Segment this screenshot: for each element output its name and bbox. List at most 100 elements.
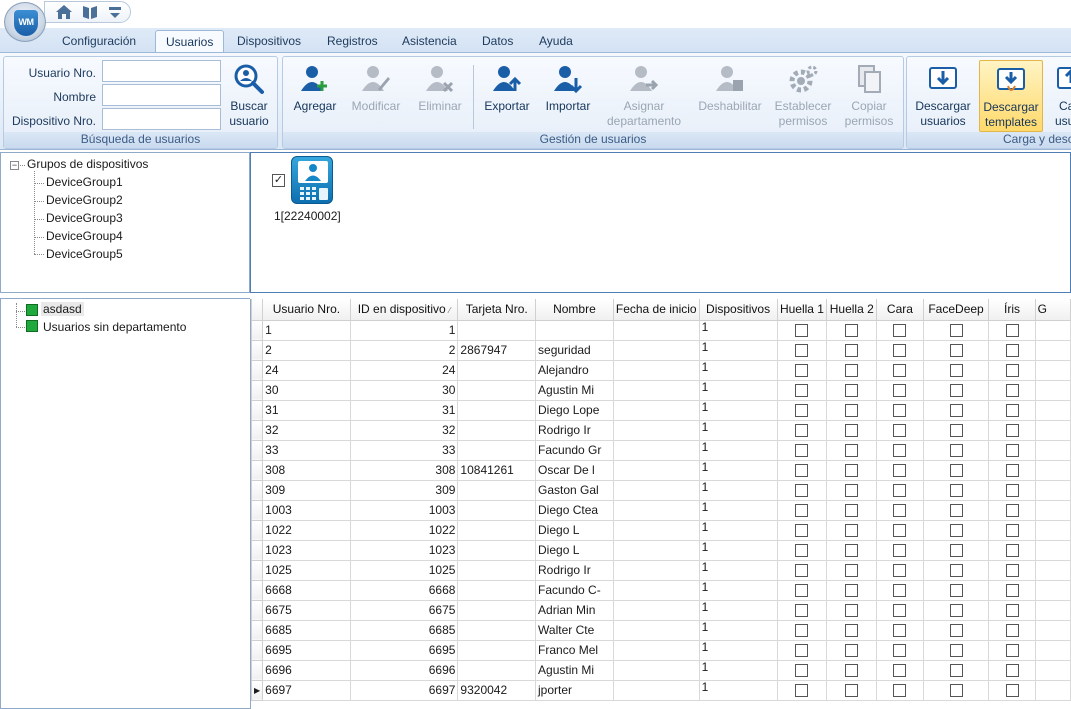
cell-fecha-inicio[interactable] — [612, 319, 700, 341]
cell-tarjeta-nro[interactable] — [457, 579, 537, 601]
cell-id-dispositivo[interactable]: 6685 — [349, 619, 459, 641]
cell-id-dispositivo[interactable]: 6697 — [349, 679, 459, 701]
huella-2-checkbox[interactable] — [845, 424, 859, 438]
cell-id-dispositivo[interactable]: 308 — [349, 459, 459, 481]
cell-g[interactable] — [1034, 339, 1071, 361]
cell-id-dispositivo[interactable]: 1023 — [349, 539, 459, 561]
cara-checkbox[interactable] — [893, 424, 907, 438]
huella-2-checkbox[interactable] — [845, 464, 859, 478]
cell-g[interactable] — [1034, 499, 1071, 521]
cell-g[interactable] — [1034, 419, 1071, 441]
huella-1-checkbox[interactable] — [795, 564, 809, 578]
assign-department-button[interactable]: Asignar departamento — [601, 63, 687, 129]
cell-dispositivos[interactable]: 1 — [698, 599, 778, 621]
iris-checkbox[interactable] — [1005, 524, 1019, 538]
cara-checkbox[interactable] — [893, 464, 907, 478]
row-indicator[interactable] — [251, 479, 264, 501]
cell-usuario-nro[interactable]: 6668 — [262, 579, 351, 601]
huella-1-checkbox[interactable] — [795, 524, 809, 538]
row-indicator[interactable] — [251, 559, 264, 581]
huella-1-checkbox[interactable] — [795, 484, 809, 498]
cell-usuario-nro[interactable]: 1 — [262, 319, 351, 341]
huella-2-checkbox[interactable] — [845, 644, 859, 658]
column-header-fecha-inicio[interactable]: Fecha de inicio — [612, 299, 700, 321]
facedeep-checkbox[interactable] — [949, 364, 963, 378]
tab-configuracion[interactable]: Configuración — [52, 30, 146, 53]
huella-1-checkbox[interactable] — [795, 444, 809, 458]
facedeep-checkbox[interactable] — [949, 664, 963, 678]
cell-nombre[interactable]: Rodrigo Ir — [535, 419, 614, 441]
cell-nombre[interactable]: Rodrigo Ir — [535, 559, 614, 581]
tab-asistencia[interactable]: Asistencia — [392, 30, 467, 53]
name-input[interactable] — [102, 84, 221, 106]
cell-nombre[interactable]: Agustin Mi — [535, 659, 614, 681]
row-indicator[interactable] — [251, 619, 264, 641]
cara-checkbox[interactable] — [893, 624, 907, 638]
facedeep-checkbox[interactable] — [949, 484, 963, 498]
huella-1-checkbox[interactable] — [795, 544, 809, 558]
row-indicator[interactable] — [251, 499, 264, 521]
cara-checkbox[interactable] — [893, 444, 907, 458]
cara-checkbox[interactable] — [893, 404, 907, 418]
cell-g[interactable] — [1034, 519, 1071, 541]
cell-fecha-inicio[interactable] — [612, 639, 700, 661]
cell-usuario-nro[interactable]: 6675 — [262, 599, 351, 621]
table-row[interactable]: 33 33 Facundo Gr 1 — [251, 439, 1071, 461]
tree-item-devicegroup1[interactable]: DeviceGroup1 — [46, 175, 123, 189]
cell-id-dispositivo[interactable]: 6696 — [349, 659, 459, 681]
cara-checkbox[interactable] — [893, 384, 907, 398]
cell-id-dispositivo[interactable]: 31 — [349, 399, 459, 421]
cell-tarjeta-nro[interactable] — [457, 559, 537, 581]
delete-user-button[interactable]: Eliminar — [413, 63, 467, 114]
cell-usuario-nro[interactable]: 32 — [262, 419, 351, 441]
table-row[interactable]: 6675 6675 Adrian Min 1 — [251, 599, 1071, 621]
facedeep-checkbox[interactable] — [949, 584, 963, 598]
table-row[interactable]: 32 32 Rodrigo Ir 1 — [251, 419, 1071, 441]
cell-dispositivos[interactable]: 1 — [698, 679, 778, 701]
row-indicator[interactable]: ▶ — [251, 679, 264, 701]
device-checkbox[interactable]: ✓ — [272, 174, 285, 187]
cell-dispositivos[interactable]: 1 — [698, 479, 778, 501]
cell-usuario-nro[interactable]: 308 — [262, 459, 351, 481]
huella-2-checkbox[interactable] — [845, 384, 859, 398]
cell-dispositivos[interactable]: 1 — [698, 379, 778, 401]
cell-tarjeta-nro[interactable]: 10841261 — [457, 459, 537, 481]
download-users-button[interactable]: Descargar usuarios — [913, 63, 973, 129]
huella-1-checkbox[interactable] — [795, 504, 809, 518]
cell-tarjeta-nro[interactable] — [457, 419, 537, 441]
cell-usuario-nro[interactable]: 33 — [262, 439, 351, 461]
row-indicator[interactable] — [251, 519, 264, 541]
cara-checkbox[interactable] — [893, 584, 907, 598]
cell-g[interactable] — [1034, 579, 1071, 601]
cell-g[interactable] — [1034, 439, 1071, 461]
column-header-id-dispositivo[interactable]: ID en dispositivo ⁄ — [349, 299, 459, 321]
cell-tarjeta-nro[interactable] — [457, 659, 537, 681]
cell-dispositivos[interactable]: 1 — [698, 539, 778, 561]
cell-tarjeta-nro[interactable]: 2867947 — [457, 339, 537, 361]
facedeep-checkbox[interactable] — [949, 564, 963, 578]
cell-dispositivos[interactable]: 1 — [698, 399, 778, 421]
column-header-usuario-nro[interactable]: Usuario Nro. — [262, 299, 351, 321]
huella-2-checkbox[interactable] — [845, 364, 859, 378]
cell-g[interactable] — [1034, 319, 1071, 341]
cell-dispositivos[interactable]: 1 — [698, 439, 778, 461]
download-templates-button[interactable]: Descargar templates — [979, 60, 1043, 132]
huella-2-checkbox[interactable] — [845, 504, 859, 518]
facedeep-checkbox[interactable] — [949, 524, 963, 538]
cell-id-dispositivo[interactable]: 32 — [349, 419, 459, 441]
cara-checkbox[interactable] — [893, 684, 907, 698]
table-row[interactable]: 309 309 Gaston Gal 1 — [251, 479, 1071, 501]
table-row[interactable]: 6695 6695 Franco Mel 1 — [251, 639, 1071, 661]
cell-nombre[interactable]: Agustin Mi — [535, 379, 614, 401]
cell-nombre[interactable]: Diego L — [535, 519, 614, 541]
device-number-input[interactable] — [102, 108, 221, 130]
row-indicator[interactable] — [251, 579, 264, 601]
row-indicator[interactable] — [251, 439, 264, 461]
tab-dispositivos[interactable]: Dispositivos — [227, 30, 311, 53]
export-button[interactable]: Exportar — [479, 63, 535, 114]
cell-g[interactable] — [1034, 639, 1071, 661]
table-row[interactable]: ▶ 6697 6697 9320042 jporter 1 — [251, 679, 1071, 701]
table-row[interactable]: 1003 1003 Diego Ctea 1 — [251, 499, 1071, 521]
set-permissions-button[interactable]: Establecer permisos — [771, 63, 835, 129]
huella-1-checkbox[interactable] — [795, 344, 809, 358]
